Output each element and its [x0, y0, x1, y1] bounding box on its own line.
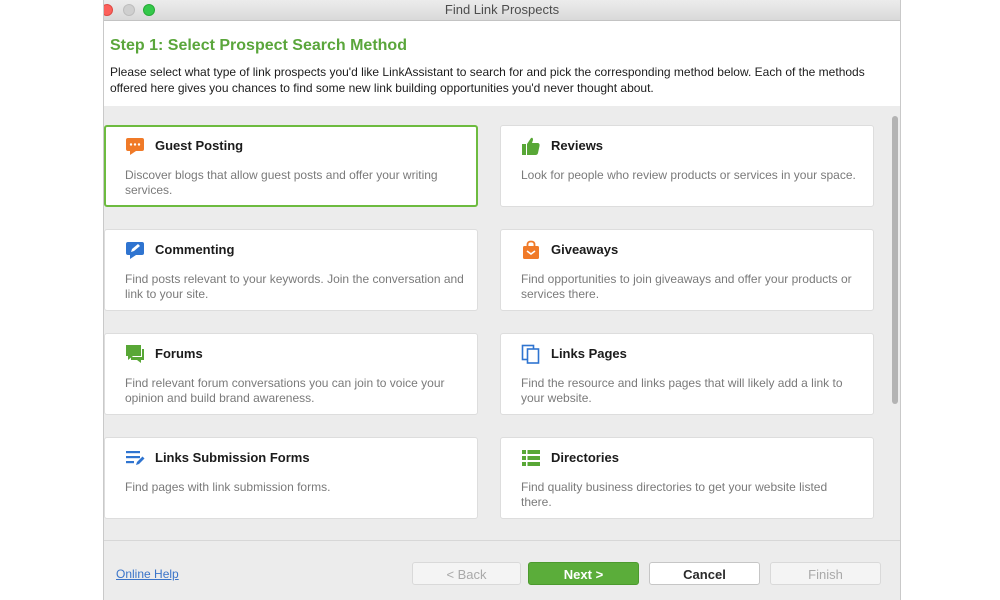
method-title: Giveaways — [551, 242, 619, 257]
method-description: Look for people who review products or s… — [521, 168, 856, 182]
step-header: Step 1: Select Prospect Search Method Pl… — [104, 21, 900, 106]
method-title: Reviews — [551, 138, 604, 153]
method-card-reviews[interactable]: Reviews Look for people who review produ… — [500, 125, 874, 207]
methods-panel: Guest Posting Discover blogs that allow … — [104, 106, 900, 540]
dialog-window: Find Link Prospects Step 1: Select Prosp… — [103, 0, 901, 600]
method-card-giveaways[interactable]: Giveaways Find opportunities to join giv… — [500, 229, 874, 311]
method-card-links-submission-forms[interactable]: Links Submission Forms Find pages with l… — [104, 437, 478, 519]
method-title: Links Pages — [551, 346, 627, 361]
method-title: Links Submission Forms — [155, 450, 310, 465]
vertical-scrollbar[interactable] — [892, 116, 898, 404]
dialog-footer: Online Help < Back Next > Cancel Finish — [104, 540, 900, 600]
speech-bubble-icon — [126, 138, 144, 155]
method-card-links-pages[interactable]: Links Pages Find the resource and links … — [500, 333, 874, 415]
directory-list-icon — [522, 450, 540, 466]
method-description: Find relevant forum conversations you ca… — [125, 376, 445, 405]
method-description: Find the resource and links pages that w… — [521, 376, 843, 405]
gift-bag-icon — [523, 240, 539, 259]
method-title: Commenting — [155, 242, 235, 257]
form-edit-icon — [126, 451, 145, 465]
method-card-guest-posting[interactable]: Guest Posting Discover blogs that allow … — [104, 125, 478, 207]
title-bar: Find Link Prospects — [104, 0, 900, 21]
method-title: Directories — [551, 450, 619, 465]
finish-button[interactable]: Finish — [770, 562, 881, 585]
comment-pen-icon — [126, 242, 144, 259]
thumbs-up-icon — [522, 137, 540, 155]
method-card-directories[interactable]: Directories Find quality business direct… — [500, 437, 874, 519]
forum-chat-icon — [126, 345, 144, 363]
method-title: Forums — [155, 346, 203, 361]
cancel-button[interactable]: Cancel — [649, 562, 760, 585]
next-button[interactable]: Next > — [528, 562, 639, 585]
method-description: Discover blogs that allow guest posts an… — [125, 168, 438, 197]
pages-icon — [521, 344, 540, 364]
method-description: Find pages with link submission forms. — [125, 480, 331, 494]
method-description: Find opportunities to join giveaways and… — [521, 272, 852, 301]
method-card-forums[interactable]: Forums Find relevant forum conversations… — [104, 333, 478, 415]
step-description: Please select what type of link prospect… — [110, 65, 865, 95]
back-button[interactable]: < Back — [412, 562, 521, 585]
online-help-link[interactable]: Online Help — [116, 567, 179, 581]
method-description: Find posts relevant to your keywords. Jo… — [125, 272, 464, 301]
method-description: Find quality business directories to get… — [521, 480, 828, 509]
method-card-commenting[interactable]: Commenting Find posts relevant to your k… — [104, 229, 478, 311]
method-title: Guest Posting — [155, 138, 244, 153]
window-title: Find Link Prospects — [444, 2, 560, 17]
step-title: Step 1: Select Prospect Search Method — [110, 37, 407, 54]
